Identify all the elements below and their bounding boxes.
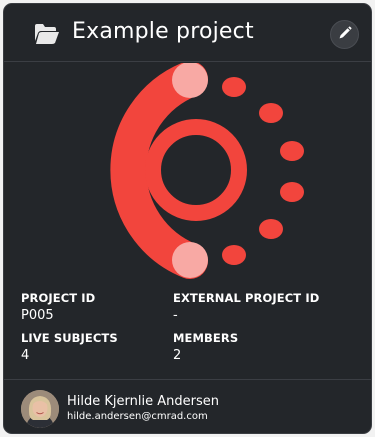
logo-arc-top-cap [172, 63, 208, 98]
folder-open-icon [34, 23, 60, 45]
logo-dot [222, 77, 246, 97]
owner-email: hilde.andersen@cmrad.com [67, 411, 208, 422]
logo-dot [280, 182, 304, 202]
live-subjects-field: LIVE SUBJECTS 4 [21, 331, 173, 367]
logo-graphic [110, 63, 304, 279]
logo-dot [280, 141, 304, 161]
logo-dot [222, 245, 246, 265]
live-subjects-value: 4 [21, 348, 30, 363]
external-id-value: - [173, 308, 178, 323]
logo-arc-bottom-cap [172, 242, 208, 278]
logo-center-ring [145, 119, 247, 221]
project-id-label: PROJECT ID [21, 291, 96, 305]
project-id-field: PROJECT ID P005 [21, 291, 173, 327]
card-header: Example project [4, 4, 371, 62]
project-title: Example project [72, 19, 254, 44]
logo-dot [259, 219, 283, 239]
project-card[interactable]: Example project PROJECT ID P005 EXTERNAL… [3, 3, 372, 434]
pencil-icon [338, 25, 352, 44]
members-label: MEMBERS [173, 331, 239, 345]
live-subjects-label: LIVE SUBJECTS [21, 331, 118, 345]
project-logo [4, 63, 371, 283]
members-field: MEMBERS 2 [173, 331, 353, 367]
project-owner[interactable]: Hilde Kjernlie Andersen hilde.andersen@c… [4, 379, 371, 433]
external-id-label: EXTERNAL PROJECT ID [173, 291, 320, 305]
project-details: PROJECT ID P005 EXTERNAL PROJECT ID - LI… [21, 291, 361, 367]
edit-project-button[interactable] [330, 20, 359, 49]
project-id-value: P005 [21, 308, 54, 323]
members-value: 2 [173, 348, 182, 363]
logo-dot [259, 103, 283, 123]
user-avatar [21, 390, 59, 428]
owner-name: Hilde Kjernlie Andersen [67, 394, 219, 409]
external-id-field: EXTERNAL PROJECT ID - [173, 291, 353, 327]
